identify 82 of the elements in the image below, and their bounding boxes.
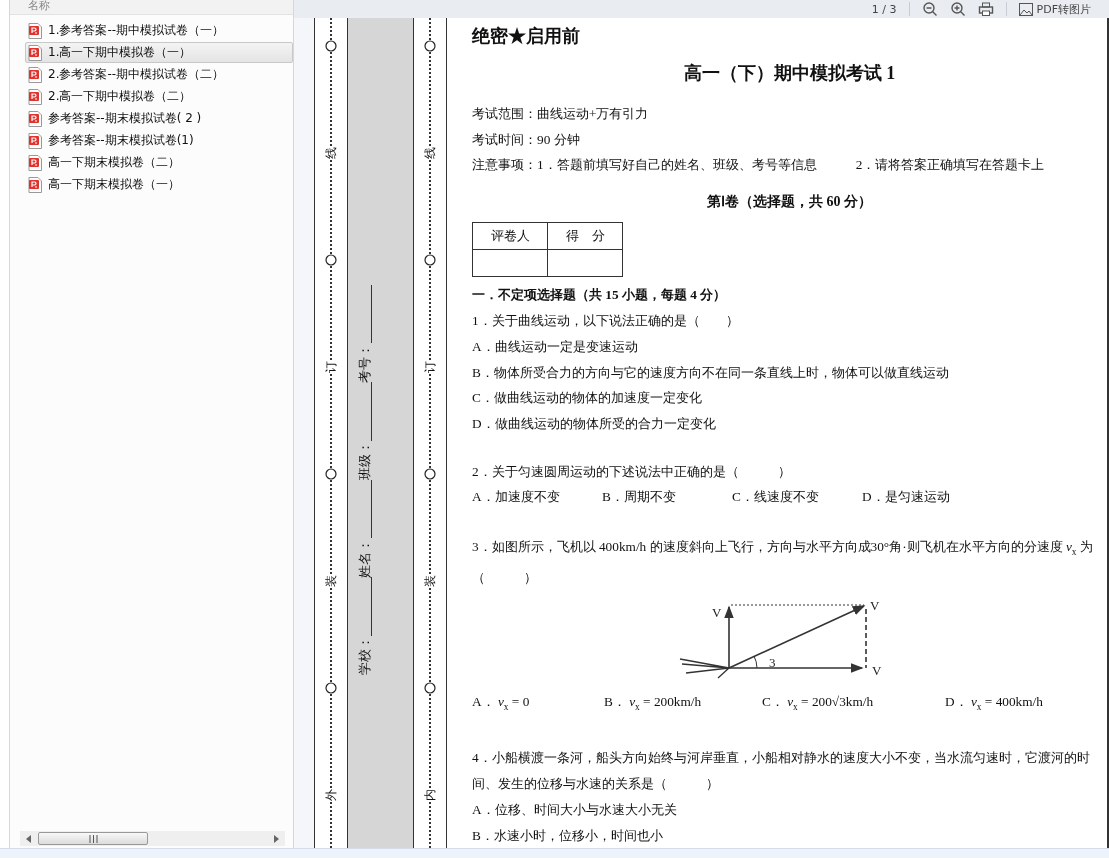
answer-option[interactable]: B．周期不变 [602,484,732,511]
answer-option[interactable]: C．做曲线运动的物体的加速度一定变化 [472,385,1107,411]
binding-mark: 装 [324,575,338,587]
pdf-file-icon [28,22,42,39]
field-label: 考号： [356,343,373,383]
pdf-file-icon [28,110,42,127]
fill-in-line[interactable] [370,382,372,441]
section-title: 一．不定项选择题（共 15 小题，每题 4 分） [472,286,728,305]
fill-in-line[interactable] [370,480,372,539]
pdf-file-icon [28,154,42,171]
exam-title: 高一（下）期中模拟考试 1 [682,62,897,85]
circle-mark-icon [325,254,337,266]
grip-icon [88,834,98,843]
zoom-out-icon[interactable] [921,2,938,16]
question-text: 4．小船横渡一条河，船头方向始终与河岸垂直，小船相对静水的速度大小不变，当水流匀速时，它渡河的时间、发生的位移与水速的关系是（ ） [472,749,1091,794]
confidential-label: 绝密★启用前 [472,25,581,48]
file-item[interactable]: 高一下期末模拟卷（二） [25,152,293,173]
question-text: 3．如图所示，飞机以 400km/h 的速度斜向上飞行，方向与水平方向成30°角·则飞机在水平方向的分速度 v$_{x}$ 为（ ） [472,538,1094,588]
answer-option[interactable]: D．是匀速运动 [862,484,1107,511]
file-item[interactable]: 参考答案--期末模拟试卷( 2 ) [25,108,293,129]
answer-option[interactable]: A．曲线运动一定是变速运动 [472,333,1107,360]
vector-label: V [711,605,721,621]
scrollbar-thumb[interactable] [38,832,148,845]
circle-mark-icon [424,254,436,266]
binding-mark: 线 [324,147,338,159]
circle-mark-icon [325,40,337,52]
file-item[interactable]: 1.高一下期中模拟卷（一） [25,42,293,63]
table-header: 评卷人 [472,222,548,250]
answer-option[interactable]: B．物体所受合力的方向与它的速度方向不在同一条直线上时，物体可以做直线运动 [472,359,1107,386]
page-indicator: 1 / 3 [871,2,897,16]
question-text: 2．关于匀速圆周运动的下述说法中正确的是（ ） [472,462,792,481]
binding-mark: 订 [324,361,338,373]
angle-label: 3 [768,655,775,671]
answer-option[interactable]: D． v$_{x}$ = 400km/h [945,689,1107,721]
part-title: 第Ⅰ卷（选择题，共 60 分） [706,193,873,212]
fill-in-line[interactable] [370,285,372,344]
vector-label: V [869,598,879,614]
convert-button[interactable]: PDF转图片 [1018,1,1091,17]
pdf-file-icon [28,132,42,149]
pdf-file-icon [28,88,42,105]
answer-option[interactable]: A． v$_{x}$ = 0 [472,689,604,721]
answer-option[interactable]: B．水速小时，位移小，时间也小 [472,822,1107,848]
binding-mark: 线 [423,147,437,159]
circle-mark-icon [325,682,337,694]
file-item[interactable]: 参考答案--期末模拟试卷(1) [25,130,293,151]
pdf-file-icon [28,66,42,83]
circle-mark-icon [325,468,337,480]
binding-mark: 订 [423,361,437,373]
image-icon [1018,2,1033,16]
print-icon[interactable] [977,2,994,16]
circle-mark-icon [424,468,436,480]
file-item[interactable]: 2.高一下期中模拟卷（二） [25,86,293,107]
pdf-file-icon [28,44,42,61]
exam-info: 考试范围：曲线运动+万有引力 [472,105,650,123]
answer-option[interactable]: D．做曲线运动的物体所受的合力一定变化 [472,410,1107,437]
scroll-left-icon[interactable] [24,833,32,844]
circle-mark-icon [424,40,436,52]
field-label: 班级： [356,441,373,480]
file-item[interactable]: 1.参考答案--期中模拟试卷（一） [25,20,293,41]
table-header: 得 分 [547,222,623,250]
file-item[interactable]: 2.参考答案--期中模拟试卷（二） [25,64,293,85]
vector-label: V [871,663,881,679]
binding-mark: 外 [324,789,338,801]
answer-option[interactable]: C．线速度不变 [732,484,862,511]
exam-info: 考试时间：90 分钟 [472,130,581,149]
field-label: 学校： [356,636,373,675]
question-text: 1．关于曲线运动，以下说法正确的是（ ） [472,312,740,331]
scroll-right-icon[interactable] [273,833,281,844]
zoom-in-icon[interactable] [949,2,966,16]
field-label: 姓名： [356,538,373,578]
circle-mark-icon [424,682,436,694]
pdf-file-icon [28,176,42,193]
exam-info: 注意事项：1．答题前填写好自己的姓名、班级、考号等信息 2．请将答案正确填写在答题卡上 [472,156,1046,175]
answer-option[interactable]: B． v$_{x}$ = 200km/h [604,689,762,721]
answer-option[interactable]: A．位移、时间大小与水速大小无关 [472,796,1107,823]
answer-option[interactable]: C． v$_{x}$ = 200√3km/h [762,689,945,721]
horizontal-scrollbar[interactable] [20,831,285,846]
answer-option[interactable]: A．加速度不变 [472,484,602,511]
binding-mark: 内 [423,789,437,801]
file-item[interactable]: 高一下期末模拟卷（一） [25,174,293,195]
fill-in-line[interactable] [370,577,372,636]
binding-mark: 装 [423,575,437,587]
